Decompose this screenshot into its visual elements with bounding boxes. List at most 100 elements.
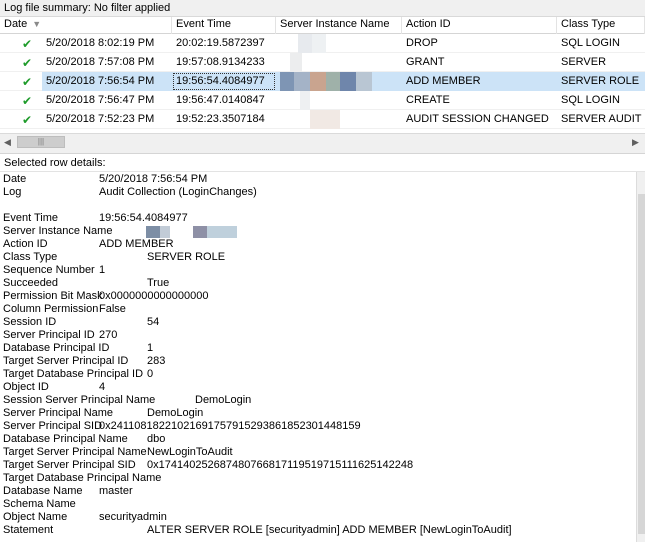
cell-action-id: DROP bbox=[406, 37, 438, 49]
checkmark-icon: ✔ bbox=[22, 75, 33, 89]
cell-server-instance-name bbox=[276, 91, 402, 110]
cell-date: 5/20/2018 7:52:23 PM bbox=[46, 113, 155, 125]
detail-label: Database Principal Name bbox=[3, 433, 128, 445]
redacted-block bbox=[294, 72, 310, 91]
redacted-block bbox=[207, 226, 237, 238]
selected-row-details: Date 5/20/2018 7:56:54 PM Log Audit Collect… bbox=[0, 172, 636, 542]
cell-action-id: GRANT bbox=[406, 56, 445, 68]
detail-label: Action ID bbox=[3, 238, 48, 250]
detail-value: dbo bbox=[147, 433, 166, 445]
detail-label: Log bbox=[3, 186, 22, 198]
checkmark-icon: ✔ bbox=[22, 56, 33, 70]
detail-value: 5/20/2018 7:56:54 PM bbox=[99, 173, 208, 185]
redacted-block bbox=[340, 72, 356, 91]
redacted-block bbox=[160, 226, 170, 238]
grid-header: Date ▼ Event Time Server Instance Name Ac… bbox=[0, 17, 645, 34]
checkmark-icon: ✔ bbox=[22, 37, 33, 51]
col-class-type-header[interactable]: Class Type bbox=[557, 17, 645, 34]
detail-label: Session ID bbox=[3, 316, 57, 328]
redacted-block bbox=[312, 34, 326, 53]
detail-label: Server Instance Name bbox=[3, 225, 113, 237]
redacted-block bbox=[356, 72, 372, 91]
detail-value: 19:56:54.4084977 bbox=[99, 212, 188, 224]
detail-label: Target Database Principal Name bbox=[3, 472, 162, 484]
detail-label: Target Server Principal SID bbox=[3, 459, 136, 471]
detail-value: NewLoginToAudit bbox=[147, 446, 233, 458]
detail-label: Target Server Principal Name bbox=[3, 446, 147, 458]
detail-value: master bbox=[99, 485, 133, 497]
detail-label: Target Database Principal ID bbox=[3, 368, 144, 380]
detail-label: Statement bbox=[3, 524, 54, 536]
horizontal-scrollbar[interactable]: ◀ ||| ▶ bbox=[0, 133, 645, 150]
sort-descending-icon: ▼ bbox=[32, 19, 42, 29]
details-title: Selected row details: bbox=[0, 155, 645, 172]
pane-splitter[interactable] bbox=[0, 150, 645, 154]
detail-value: 283 bbox=[147, 355, 166, 367]
table-row[interactable]: ✔ 5/20/2018 8:02:19 PM 20:02:19.5872397 DRO… bbox=[0, 34, 645, 53]
col-event-time-header[interactable]: Event Time bbox=[172, 17, 276, 34]
detail-label: Server Principal Name bbox=[3, 407, 114, 419]
vertical-scrollbar-thumb[interactable] bbox=[638, 194, 645, 534]
checkmark-icon: ✔ bbox=[22, 94, 33, 108]
col-server-instance-name-header[interactable]: Server Instance Name bbox=[276, 17, 402, 34]
detail-value: 1 bbox=[147, 342, 154, 354]
detail-value: securityadmin bbox=[99, 511, 167, 523]
redacted-block bbox=[300, 91, 310, 110]
detail-value: 0x24110818221021691757915293861852301448… bbox=[99, 420, 361, 432]
cell-class-type: SERVER bbox=[561, 56, 607, 68]
redacted-block bbox=[298, 34, 312, 53]
cell-event-time: 19:56:47.0140847 bbox=[176, 94, 265, 106]
redacted-block bbox=[280, 72, 294, 91]
cell-event-time: 19:52:23.3507184 bbox=[176, 113, 265, 125]
detail-value: ADD MEMBER bbox=[99, 238, 174, 250]
detail-value: ALTER SERVER ROLE [securityadmin] ADD ME… bbox=[147, 524, 512, 536]
table-row[interactable]: ✔ 5/20/2018 7:57:08 PM 19:57:08.9134233 GRA… bbox=[0, 53, 645, 72]
cell-action-id: CREATE bbox=[406, 94, 450, 106]
detail-label: Event Time bbox=[3, 212, 59, 224]
table-row[interactable]: ✔ 5/20/2018 7:52:23 PM 19:52:23.3507184 AUD… bbox=[0, 110, 645, 129]
detail-label: Target Server Principal ID bbox=[3, 355, 129, 367]
cell-event-time: 20:02:19.5872397 bbox=[176, 37, 265, 49]
detail-label: Database Principal ID bbox=[3, 342, 110, 354]
detail-label: Server Principal ID bbox=[3, 329, 95, 341]
scroll-left-icon[interactable]: ◀ bbox=[4, 137, 11, 148]
cell-date: 5/20/2018 7:56:47 PM bbox=[46, 94, 155, 106]
cell-action-id: AUDIT SESSION CHANGED bbox=[406, 113, 549, 125]
redacted-block bbox=[310, 72, 326, 91]
col-date-header[interactable]: Date ▼ bbox=[0, 17, 172, 34]
cell-date: 5/20/2018 7:56:54 PM bbox=[42, 72, 172, 91]
audit-log-grid[interactable]: Date ▼ Event Time Server Instance Name Ac… bbox=[0, 17, 645, 133]
detail-value: 4 bbox=[99, 381, 106, 393]
detail-value: DemoLogin bbox=[147, 407, 204, 419]
scroll-right-icon[interactable]: ▶ bbox=[632, 137, 639, 148]
detail-label: Class Type bbox=[3, 251, 58, 263]
cell-class-type: SERVER AUDIT bbox=[561, 113, 642, 125]
cell-event-time: 19:57:08.9134233 bbox=[176, 56, 265, 68]
scrollbar-thumb[interactable]: ||| bbox=[17, 136, 65, 148]
detail-value: SERVER ROLE bbox=[147, 251, 226, 263]
cell-date: 5/20/2018 7:57:08 PM bbox=[46, 56, 155, 68]
cell-class-type: SQL LOGIN bbox=[561, 37, 620, 49]
detail-label: Object ID bbox=[3, 381, 49, 393]
detail-label: Permission Bit Mask bbox=[3, 290, 103, 302]
detail-value: 54 bbox=[147, 316, 160, 328]
redacted-block bbox=[193, 226, 207, 238]
detail-label: Database Name bbox=[3, 485, 83, 497]
detail-value: 0 bbox=[147, 368, 154, 380]
detail-value: Audit Collection (LoginChanges) bbox=[99, 186, 257, 198]
table-row[interactable]: ✔ 5/20/2018 7:56:47 PM 19:56:47.0140847 CRE… bbox=[0, 91, 645, 110]
detail-value: True bbox=[147, 277, 170, 289]
cell-action-id: ADD MEMBER bbox=[402, 72, 557, 91]
detail-label: Column Permission bbox=[3, 303, 99, 315]
detail-value: False bbox=[99, 303, 126, 315]
detail-label: Date bbox=[3, 173, 27, 185]
table-row[interactable]: ✔ 5/20/2018 7:56:54 PM 19:56:54.4084977 ADD… bbox=[0, 72, 645, 91]
detail-value: 270 bbox=[99, 329, 118, 341]
col-action-id-header[interactable]: Action ID bbox=[402, 17, 557, 34]
vertical-scrollbar[interactable] bbox=[636, 172, 645, 542]
detail-label: Object Name bbox=[3, 511, 68, 523]
detail-label: Server Principal SID bbox=[3, 420, 103, 432]
cell-event-time: 19:56:54.4084977 bbox=[172, 72, 276, 91]
detail-label: Schema Name bbox=[3, 498, 76, 510]
redacted-block bbox=[326, 72, 340, 91]
